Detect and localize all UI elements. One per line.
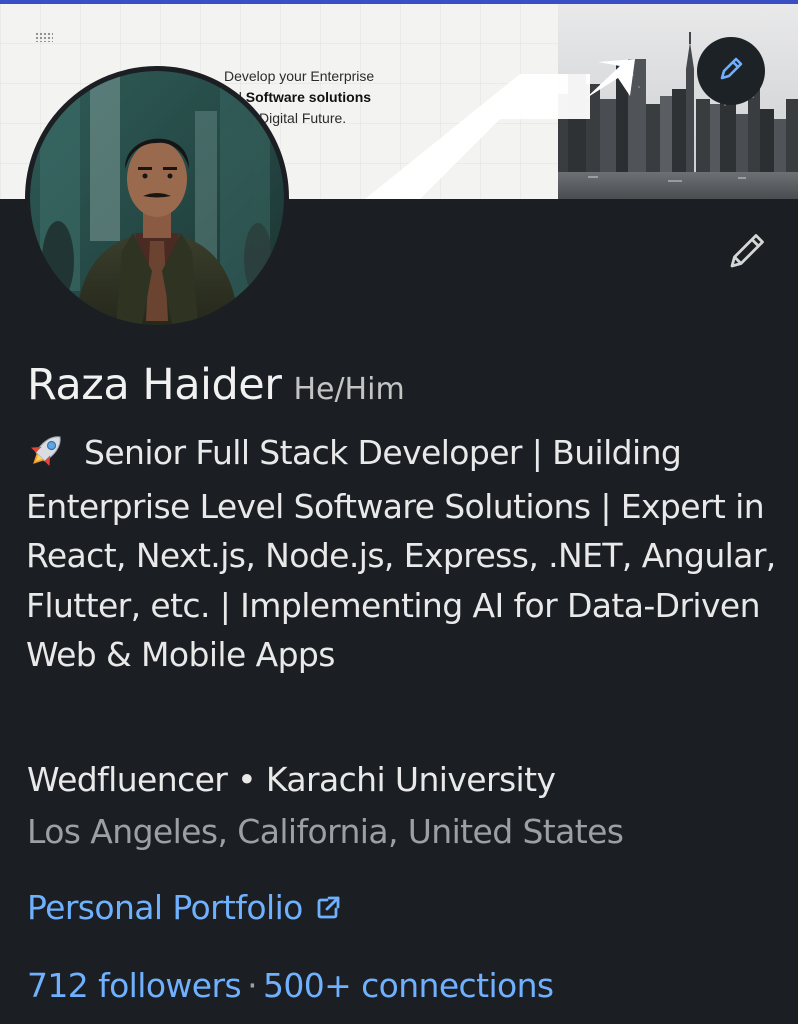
profile-stats: 712 followers · 500+ connections	[27, 962, 554, 1010]
external-link-icon	[315, 895, 341, 921]
edit-cover-button[interactable]	[697, 37, 765, 105]
profile-headline: Senior Full Stack Developer | Building E…	[26, 428, 776, 680]
name-row: Raza Haider He/Him	[27, 360, 405, 410]
pencil-icon	[715, 53, 747, 89]
profile-name: Raza Haider	[27, 360, 282, 410]
pencil-icon	[726, 228, 770, 276]
edit-intro-button[interactable]	[718, 222, 778, 282]
profile-company-education[interactable]: Wedfluencer • Karachi University	[27, 756, 777, 804]
portfolio-link-label: Personal Portfolio	[27, 888, 303, 927]
stats-separator: ·	[247, 966, 257, 1005]
connections-link[interactable]: 500+ connections	[263, 966, 554, 1005]
profile-headline-text: Senior Full Stack Developer | Building E…	[26, 433, 776, 674]
profile-pronouns: He/Him	[293, 372, 405, 407]
personal-portfolio-link[interactable]: Personal Portfolio	[27, 884, 341, 932]
profile-photo[interactable]	[25, 66, 289, 330]
followers-link[interactable]: 712 followers	[27, 966, 242, 1005]
rocket-icon	[26, 430, 70, 482]
profile-location: Los Angeles, California, United States	[27, 812, 624, 851]
